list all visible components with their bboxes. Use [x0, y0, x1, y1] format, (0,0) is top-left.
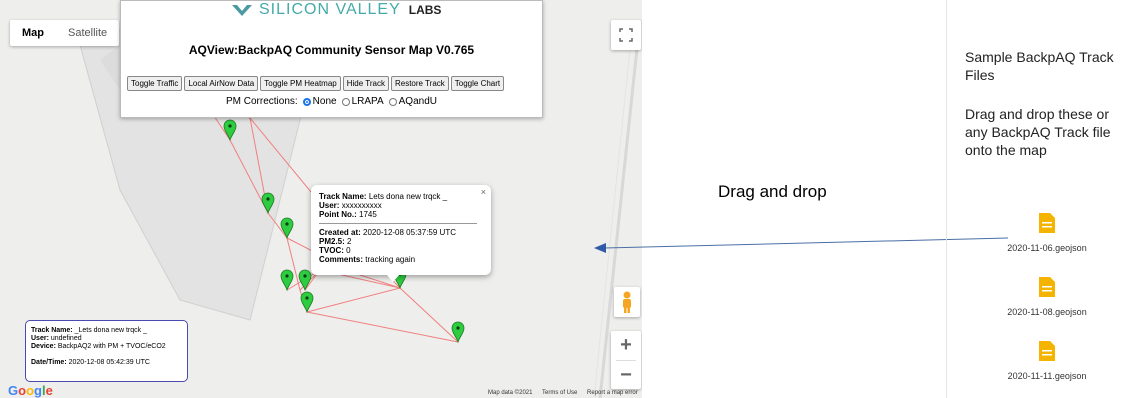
box-user-label: User: — [31, 335, 49, 342]
tvoc-value: 0 — [346, 246, 351, 255]
logo-brand: SILICON VALLEY — [259, 1, 401, 18]
document-icon — [1039, 277, 1055, 297]
radio-aqandu[interactable] — [388, 97, 397, 106]
report-map-error-link[interactable]: Report a map error — [587, 390, 638, 396]
fullscreen-button[interactable] — [611, 20, 641, 50]
box-datetime-label: Date/Time: — [31, 359, 67, 366]
radio-none[interactable] — [302, 97, 311, 106]
local-airnow-button[interactable]: Local AirNow Data — [184, 76, 259, 91]
user-value: xxxxxxxxxx — [341, 201, 382, 210]
sample-files-sidebar: Sample BackpAQ Track Files Drag and drop… — [946, 0, 1132, 398]
sidebar-title: Sample BackpAQ Track Files — [965, 49, 1114, 83]
toolbar: Toggle Traffic Local AirNow Data Toggle … — [127, 76, 506, 91]
info-window: × Track Name: Lets dona new trqck _ User… — [311, 185, 491, 282]
map-type-satellite-tab[interactable]: Satellite — [56, 20, 119, 46]
zoom-in-button[interactable]: + — [611, 331, 641, 360]
silicon-labs-logo: SILICON VALLEY LABS — [231, 0, 441, 21]
box-datetime-value: 2020-12-08 05:42:39 UTC — [68, 359, 150, 366]
sidebar-description: Drag and drop these or any BackpAQ Track… — [965, 106, 1111, 158]
document-icon — [1039, 213, 1055, 233]
file-item[interactable]: 2020-11-11.geojson — [977, 340, 1117, 381]
pm25-value: 2 — [347, 237, 352, 246]
point-value: 1745 — [359, 210, 377, 219]
street-view-pegman[interactable] — [614, 287, 640, 317]
drag-and-drop-annotation: Drag and drop — [718, 182, 827, 201]
map-type-map-tab[interactable]: Map — [10, 20, 56, 46]
info-window-tail — [386, 274, 400, 282]
toggle-traffic-button[interactable]: Toggle Traffic — [127, 76, 183, 91]
file-item[interactable]: 2020-11-06.geojson — [977, 212, 1117, 253]
map-canvas[interactable]: Map Satellite SILICON VALLEY LABS AQView… — [0, 0, 642, 398]
google-logo-letter: o — [18, 383, 27, 398]
google-logo-letter: e — [45, 383, 53, 398]
document-icon — [1039, 341, 1055, 361]
radio-lrapa-label: LRAPA — [351, 96, 384, 107]
restore-track-button[interactable]: Restore Track — [390, 76, 449, 91]
zoom-out-button[interactable]: − — [611, 361, 641, 390]
google-logo[interactable]: Google — [8, 383, 53, 398]
tvoc-label: TVOC: — [319, 246, 344, 255]
point-label: Point No.: — [319, 210, 357, 219]
close-icon[interactable]: × — [481, 187, 486, 197]
google-logo-letter: G — [8, 383, 19, 398]
file-name: 2020-11-08.geojson — [1007, 307, 1087, 317]
google-logo-letter: o — [26, 383, 35, 398]
box-user-value: undefined — [50, 335, 82, 342]
box-device-label: Device: — [31, 343, 56, 350]
track-name-label: Track Name: — [319, 192, 367, 201]
control-panel: SILICON VALLEY LABS AQView:BackpAQ Commu… — [120, 0, 543, 118]
radio-aqandu-label: AQandU — [398, 96, 437, 107]
file-name: 2020-11-06.geojson — [1007, 243, 1087, 253]
zoom-control: + − — [611, 331, 641, 389]
created-value: 2020-12-08 05:37:59 UTC — [363, 228, 456, 237]
logo-labs: LABS — [408, 3, 442, 17]
pegman-icon — [623, 291, 631, 313]
user-label: User: — [319, 201, 340, 210]
comments-label: Comments: — [319, 255, 364, 264]
created-label: Created at: — [319, 228, 361, 237]
map-marker-icon[interactable] — [300, 291, 314, 314]
radio-none-label: None — [312, 96, 337, 107]
map-data-credit: Map data ©2021 — [488, 390, 533, 396]
silicon-labs-logo-icon — [232, 5, 252, 16]
hide-track-button[interactable]: Hide Track — [342, 76, 389, 91]
comments-value: tracking again — [365, 255, 416, 264]
file-item[interactable]: 2020-11-08.geojson — [977, 276, 1117, 317]
google-logo-letter: g — [34, 383, 42, 398]
map-marker-icon[interactable] — [280, 217, 294, 240]
track-name-value: Lets dona new trqck _ — [368, 192, 448, 201]
pm-corrections-label: PM Corrections: — [225, 96, 298, 107]
file-name: 2020-11-11.geojson — [1007, 371, 1087, 381]
map-type-control: Map Satellite — [10, 20, 120, 46]
track-info-box: Track Name: _Lets dona new trqck _ User:… — [25, 320, 188, 382]
box-track-name-label: Track Name: — [31, 327, 73, 334]
pm-corrections: PM Corrections: None LRAPA AQandU — [121, 96, 542, 107]
map-footer: Map data ©2021 Terms of Use Report a map… — [488, 390, 642, 396]
pm25-label: PM2.5: — [319, 237, 345, 246]
box-device-value: BackpAQ2 with PM + TVOC/eCO2 — [57, 343, 166, 350]
radio-lrapa[interactable] — [341, 97, 350, 106]
toggle-chart-button[interactable]: Toggle Chart — [450, 76, 505, 91]
toggle-heatmap-button[interactable]: Toggle PM Heatmap — [260, 76, 341, 91]
divider — [319, 223, 477, 224]
map-marker-icon[interactable] — [451, 321, 465, 344]
box-track-name-value: _Lets dona new trqck _ — [74, 327, 147, 334]
map-marker-icon[interactable] — [298, 269, 312, 292]
fullscreen-icon — [619, 28, 633, 42]
page-title: AQView:BackpAQ Community Sensor Map V0.7… — [188, 43, 475, 57]
terms-of-use-link[interactable]: Terms of Use — [542, 390, 577, 396]
